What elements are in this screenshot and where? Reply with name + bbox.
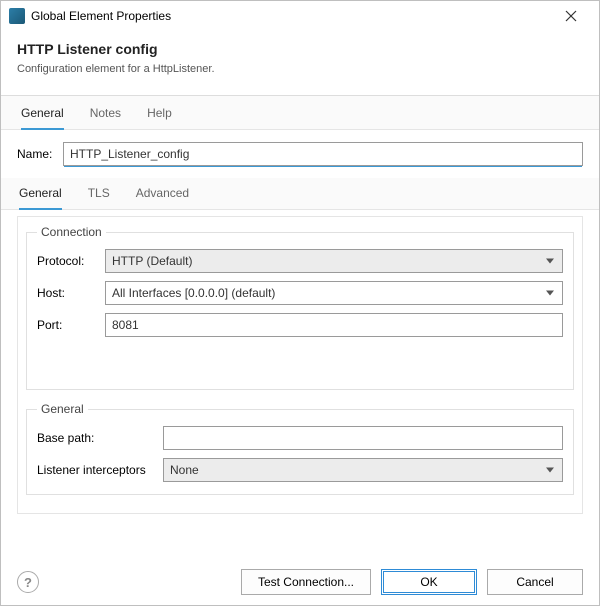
host-value: All Interfaces [0.0.0.0] (default)	[112, 286, 275, 300]
ok-button[interactable]: OK	[381, 569, 477, 595]
test-connection-button[interactable]: Test Connection...	[241, 569, 371, 595]
close-icon	[565, 10, 577, 22]
general-legend: General	[37, 402, 88, 416]
app-icon	[9, 8, 25, 24]
tab-help[interactable]: Help	[147, 96, 172, 129]
close-button[interactable]	[551, 2, 591, 30]
subtab-advanced[interactable]: Advanced	[136, 178, 189, 209]
titlebar: Global Element Properties	[1, 1, 599, 31]
page-subtitle: Configuration element for a HttpListener…	[17, 63, 583, 75]
host-select[interactable]: All Interfaces [0.0.0.0] (default)	[105, 281, 563, 305]
window-title: Global Element Properties	[31, 9, 551, 23]
sub-tabs: General TLS Advanced	[1, 178, 599, 210]
name-input[interactable]	[63, 142, 583, 166]
subtab-general[interactable]: General	[19, 178, 62, 210]
dialog-footer: ? Test Connection... OK Cancel	[1, 559, 599, 605]
main-tabs: General Notes Help	[1, 96, 599, 130]
host-label: Host:	[37, 286, 99, 300]
interceptors-value: None	[170, 463, 199, 477]
basepath-input[interactable]	[163, 426, 563, 450]
protocol-value: HTTP (Default)	[112, 254, 192, 268]
port-label: Port:	[37, 318, 99, 332]
cancel-button[interactable]: Cancel	[487, 569, 583, 595]
basepath-label: Base path:	[37, 431, 157, 445]
tab-notes[interactable]: Notes	[90, 96, 121, 129]
subtab-tls[interactable]: TLS	[88, 178, 110, 209]
interceptors-select[interactable]: None	[163, 458, 563, 482]
panel-body: Connection Protocol: HTTP (Default) Host…	[17, 216, 583, 514]
connection-group: Connection Protocol: HTTP (Default) Host…	[26, 225, 574, 390]
help-icon[interactable]: ?	[17, 571, 39, 593]
page-title: HTTP Listener config	[17, 41, 583, 57]
name-label: Name:	[17, 147, 57, 161]
tab-general[interactable]: General	[21, 96, 64, 130]
protocol-select[interactable]: HTTP (Default)	[105, 249, 563, 273]
name-row: Name:	[17, 142, 583, 166]
port-input[interactable]	[105, 313, 563, 337]
connection-legend: Connection	[37, 225, 106, 239]
general-group: General Base path: Listener interceptors…	[26, 402, 574, 495]
interceptors-label: Listener interceptors	[37, 463, 157, 477]
protocol-label: Protocol:	[37, 254, 99, 268]
